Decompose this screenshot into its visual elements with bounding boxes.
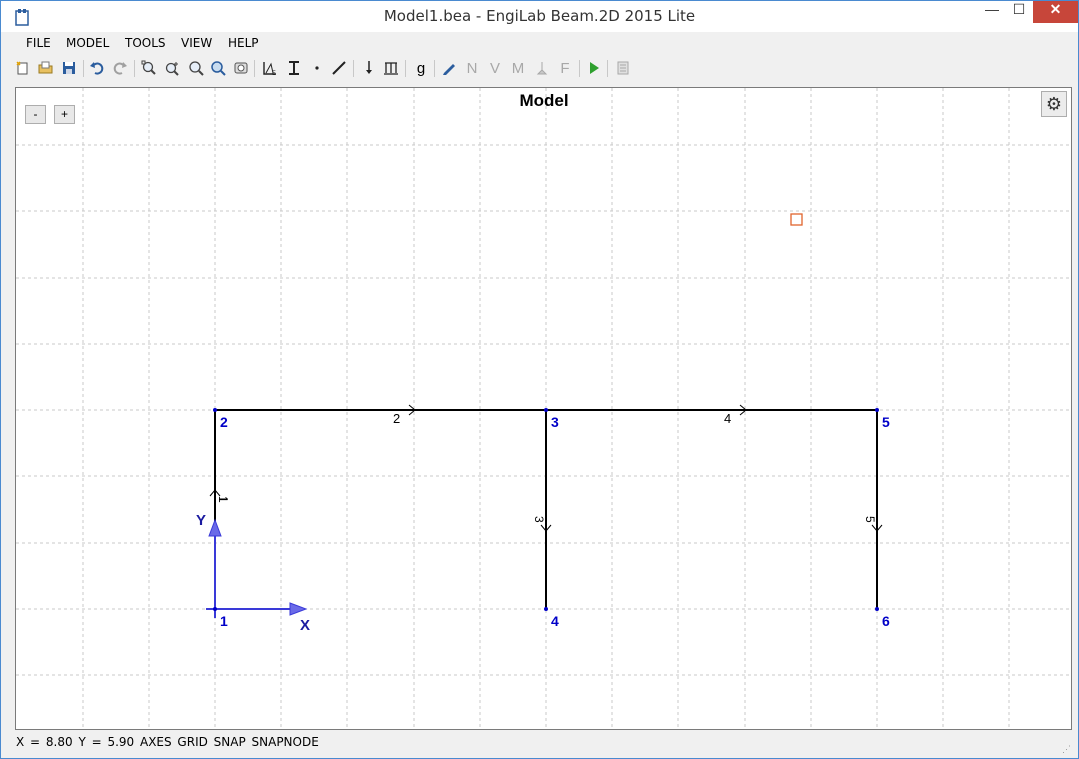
reactions-icon bbox=[532, 58, 552, 78]
toolbar-separator bbox=[254, 60, 255, 77]
report-icon bbox=[613, 58, 633, 78]
element-label: 3 bbox=[532, 516, 546, 523]
app-window: Model1.bea - EngiLab Beam.2D 2015 Lite —… bbox=[0, 0, 1079, 759]
zoom-realtime-icon[interactable] bbox=[208, 58, 228, 78]
element-label: 2 bbox=[393, 411, 400, 426]
node-label: 6 bbox=[882, 613, 890, 629]
menu-tools[interactable]: TOOLS bbox=[125, 36, 166, 50]
title-bar: Model1.bea - EngiLab Beam.2D 2015 Lite —… bbox=[1, 1, 1078, 32]
materials-icon[interactable]: E bbox=[260, 58, 280, 78]
run-icon[interactable] bbox=[584, 58, 604, 78]
minimize-button[interactable]: — bbox=[978, 1, 1006, 23]
element-label: 4 bbox=[724, 411, 731, 426]
toolbar: E g N V M F bbox=[1, 54, 1078, 82]
zoom-out-button[interactable]: - bbox=[25, 105, 46, 124]
zoom-in-button[interactable]: + bbox=[54, 105, 75, 124]
draw-icon[interactable] bbox=[439, 58, 459, 78]
new-file-icon[interactable] bbox=[13, 58, 33, 78]
y-axis-label: Y bbox=[196, 512, 206, 529]
zoom-in-icon[interactable] bbox=[163, 58, 183, 78]
settings-button[interactable]: ⚙ bbox=[1041, 91, 1067, 117]
toolbar-separator bbox=[579, 60, 580, 77]
grid bbox=[16, 88, 1071, 729]
toolbar-separator bbox=[134, 60, 135, 77]
node-label: 4 bbox=[551, 613, 559, 629]
snap-cursor-marker bbox=[790, 213, 803, 226]
node-5[interactable] bbox=[875, 408, 879, 412]
node-4[interactable] bbox=[544, 607, 548, 611]
node-6[interactable] bbox=[875, 607, 879, 611]
toolbar-separator bbox=[83, 60, 84, 77]
pan-icon[interactable] bbox=[231, 58, 251, 78]
svg-text:E: E bbox=[272, 70, 276, 76]
axial-force-icon: N bbox=[466, 59, 478, 77]
node-label: 5 bbox=[882, 414, 890, 430]
node-1[interactable] bbox=[213, 607, 217, 611]
toolbar-separator bbox=[353, 60, 354, 77]
node-3[interactable] bbox=[544, 408, 548, 412]
menu-model[interactable]: MODEL bbox=[66, 36, 109, 50]
window-title: Model1.bea - EngiLab Beam.2D 2015 Lite bbox=[383, 7, 696, 25]
status-text: X = 8.80 Y = 5.90 AXES GRID SNAP SNAPNOD… bbox=[16, 735, 319, 749]
undo-icon[interactable] bbox=[87, 58, 107, 78]
close-button[interactable]: ✕ bbox=[1033, 1, 1078, 23]
model-drawing: 1 2 3 4 5 X Y 1 2 3 4 5 6 bbox=[16, 88, 1071, 729]
element-label: 5 bbox=[863, 516, 877, 523]
canvas-title: Model bbox=[519, 91, 568, 110]
node-label: 2 bbox=[220, 414, 228, 430]
menu-bar: FILE MODEL TOOLS VIEW HELP bbox=[1, 32, 1078, 54]
x-axis-label: X bbox=[300, 617, 310, 634]
shear-force-icon: V bbox=[489, 59, 500, 77]
toolbar-separator bbox=[405, 60, 406, 77]
deformed-icon: F bbox=[560, 59, 570, 77]
status-bar: X = 8.80 Y = 5.90 AXES GRID SNAP SNAPNOD… bbox=[1, 732, 1078, 758]
node-2[interactable] bbox=[213, 408, 217, 412]
toolbar-separator bbox=[434, 60, 435, 77]
zoom-extents-icon[interactable] bbox=[139, 58, 159, 78]
x-axis-arrow bbox=[289, 602, 308, 616]
node-icon[interactable] bbox=[307, 58, 327, 78]
redo-icon[interactable] bbox=[110, 58, 130, 78]
menu-file[interactable]: FILE bbox=[26, 36, 51, 50]
resize-grip-icon[interactable]: ⋰ bbox=[1062, 744, 1072, 754]
self-weight-icon[interactable]: g bbox=[411, 58, 431, 78]
maximize-button[interactable]: ☐ bbox=[1005, 1, 1033, 23]
distributed-load-icon[interactable] bbox=[381, 58, 401, 78]
open-file-icon[interactable] bbox=[36, 58, 56, 78]
zoom-window-icon[interactable] bbox=[186, 58, 206, 78]
y-axis-arrow bbox=[208, 518, 222, 537]
node-label: 3 bbox=[551, 414, 559, 430]
moment-icon: M bbox=[511, 59, 525, 77]
save-icon[interactable] bbox=[59, 58, 79, 78]
menu-view[interactable]: VIEW bbox=[181, 36, 212, 50]
toolbar-separator bbox=[607, 60, 608, 77]
node-label: 1 bbox=[220, 613, 228, 629]
gear-icon: ⚙ bbox=[1045, 94, 1063, 114]
element-icon[interactable] bbox=[329, 58, 349, 78]
menu-help[interactable]: HELP bbox=[228, 36, 259, 50]
sections-icon[interactable] bbox=[284, 58, 304, 78]
model-canvas[interactable]: 1 2 3 4 5 X Y 1 2 3 4 5 6 bbox=[15, 87, 1072, 730]
nodal-load-icon[interactable] bbox=[359, 58, 379, 78]
